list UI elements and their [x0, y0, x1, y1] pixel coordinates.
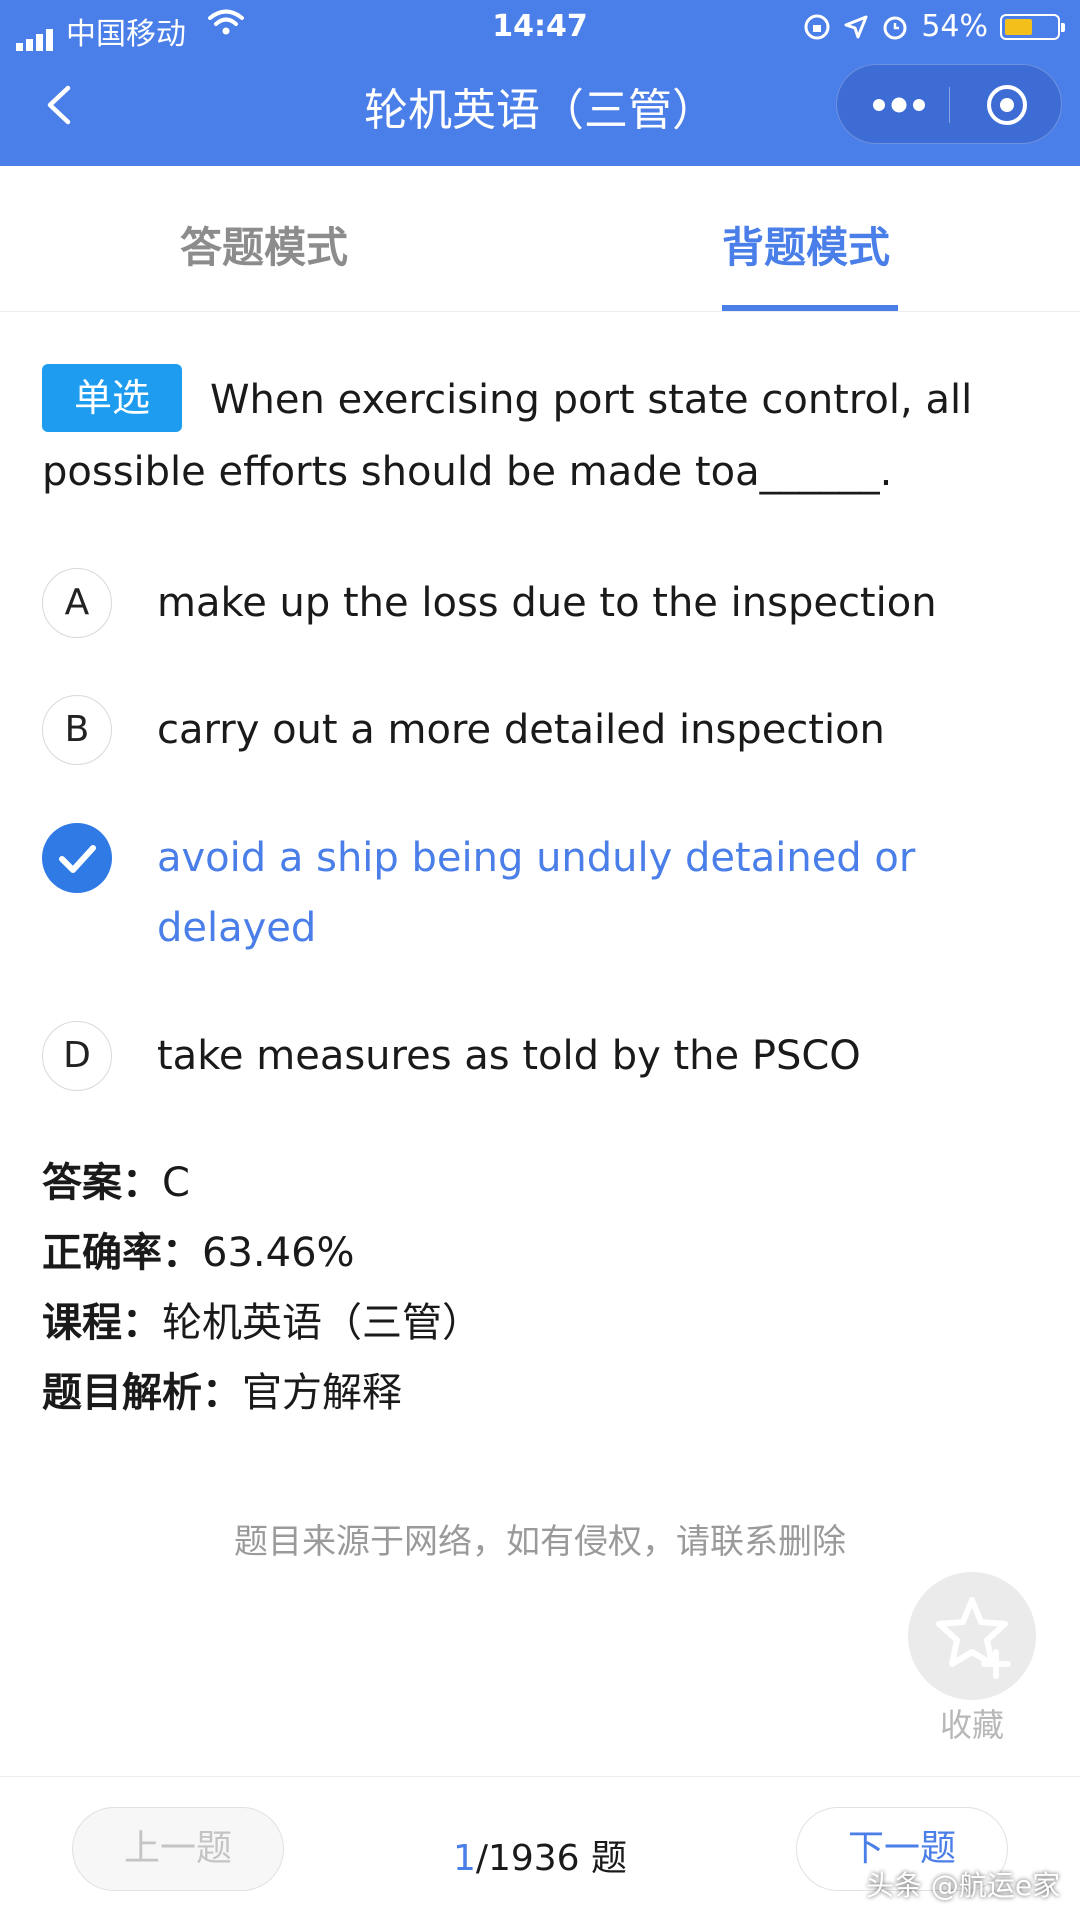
star-plus-icon	[936, 1597, 1011, 1679]
disclaimer: 题目来源于网络，如有侵权，请联系删除	[234, 1522, 846, 1562]
option-text: make up the loss due to the inspection	[157, 580, 937, 626]
option-text: take measures as told by the PSCO	[157, 1033, 861, 1079]
course-row: 课程：轮机英语（三管）	[42, 1288, 482, 1358]
accuracy-label: 正确率：	[42, 1230, 202, 1276]
battery-percent: 54%	[921, 9, 988, 44]
more-icon[interactable]	[869, 91, 929, 119]
header: 中国移动 14:47 54% 轮机英语（三管）	[0, 0, 1080, 166]
tab-study-mode[interactable]: 背题模式	[722, 214, 890, 275]
favorite-label: 收藏	[939, 1706, 1004, 1744]
capsule-divider	[949, 87, 950, 123]
option-letter: D	[42, 1021, 112, 1091]
current-index: 1	[452, 1838, 476, 1879]
location-icon	[844, 15, 868, 38]
option-letter: A	[42, 568, 112, 638]
battery-icon	[1000, 13, 1065, 40]
alarm-icon	[883, 16, 907, 39]
question-type-badge: 单选	[42, 364, 182, 432]
option-text: carry out a more detailed inspection	[157, 707, 885, 753]
status-bar: 中国移动 14:47 54%	[0, 0, 1080, 56]
total-count: /1936	[475, 1838, 580, 1879]
watermark: 头条 @航运e家	[866, 1869, 1061, 1902]
answer-value: C	[162, 1160, 190, 1206]
tab-answer-mode[interactable]: 答题模式	[180, 214, 348, 275]
course-label: 课程：	[42, 1300, 162, 1346]
option-letter: B	[42, 695, 112, 765]
option-text: avoid a ship being unduly detained or de…	[157, 835, 916, 951]
accuracy-value: 63.46%	[202, 1230, 355, 1276]
analysis-value: 官方解释	[242, 1370, 402, 1416]
close-program-icon[interactable]	[985, 83, 1029, 127]
accuracy-row: 正确率：63.46%	[42, 1218, 482, 1288]
answer-label: 答案：	[42, 1160, 162, 1206]
counter-unit: 题	[579, 1838, 628, 1879]
tab-indicator	[722, 305, 898, 311]
rotation-lock-icon	[804, 14, 830, 39]
answer-row: 答案：C	[42, 1148, 482, 1218]
check-icon	[42, 823, 112, 893]
status-right: 54%	[803, 9, 1065, 44]
mode-tabs: 答题模式 背题模式	[0, 166, 1080, 312]
mini-program-capsule	[836, 64, 1062, 144]
course-value: 轮机英语（三管）	[162, 1300, 482, 1346]
favorite-button[interactable]	[908, 1572, 1036, 1700]
analysis-label: 题目解析：	[42, 1370, 242, 1416]
question: 单选 When exercising port state control, al…	[42, 364, 1042, 508]
answer-info: 答案：C 正确率：63.46% 课程：轮机英语（三管） 题目解析：官方解释	[42, 1148, 482, 1428]
analysis-row: 题目解析：官方解释	[42, 1358, 482, 1428]
